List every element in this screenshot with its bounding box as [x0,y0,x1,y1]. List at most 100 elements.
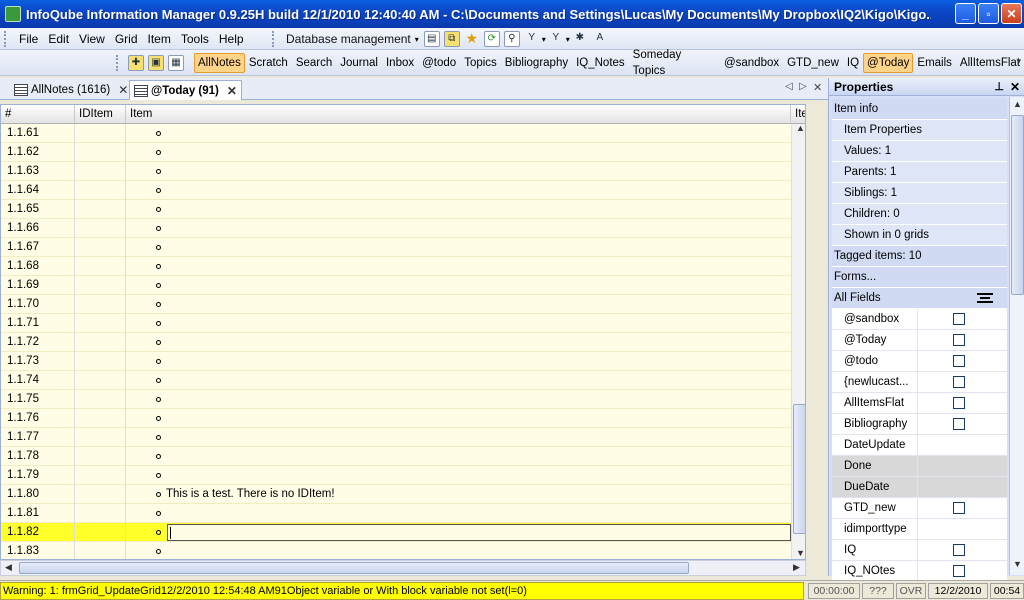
table-row[interactable]: 1.1.82 [1,523,791,542]
item-cell[interactable] [126,333,791,352]
quicklink-someday-topics[interactable]: Someday Topics [629,45,720,81]
refresh-icon[interactable]: ⟳ [483,31,500,47]
item-cell[interactable] [126,504,791,523]
menu-help[interactable]: Help [214,31,249,47]
menu-grid[interactable]: Grid [110,31,143,47]
quicklink-journal[interactable]: Journal [336,53,382,73]
table-row[interactable]: 1.1.75 [1,390,791,409]
children-row[interactable]: Children: 0 [832,204,1007,225]
column-header-iditem[interactable]: IDItem [75,105,126,124]
iditem-cell[interactable] [75,352,126,371]
table-row[interactable]: 1.1.62 [1,143,791,162]
scroll-down-icon[interactable]: ▼ [796,548,805,558]
item-cell[interactable] [126,371,791,390]
toolbar-grip[interactable] [272,31,276,47]
scrollbar-thumb[interactable] [793,404,805,534]
item-cell[interactable] [126,143,791,162]
scroll-up-icon[interactable]: ▲ [796,123,805,133]
tabs-close-icon[interactable]: ✕ [813,81,822,94]
field-row[interactable]: @sandbox [832,309,1007,330]
table-row[interactable]: 1.1.63 [1,162,791,181]
item-cell[interactable] [126,466,791,485]
field-checkbox[interactable] [953,313,965,325]
table-row[interactable]: 1.1.66 [1,219,791,238]
table-row[interactable]: 1.1.81 [1,504,791,523]
field-row[interactable]: IQ [832,540,1007,561]
table-row[interactable]: 1.1.65 [1,200,791,219]
item-cell[interactable] [126,162,791,181]
quicklink-allitemsflat[interactable]: AllItemsFlat [956,53,1024,73]
filter-c-icon[interactable]: Y [548,31,564,47]
quicklink-today[interactable]: @Today [863,53,914,73]
minimize-button[interactable]: _ [955,3,976,24]
quicklink-search[interactable]: Search [292,53,336,73]
iditem-cell[interactable] [75,542,126,559]
scroll-right-icon[interactable]: ▶ [793,562,800,573]
item-cell[interactable] [126,314,791,333]
field-value[interactable] [918,498,1007,518]
field-row[interactable]: @todo [832,351,1007,372]
item-info-category[interactable]: Item info [832,99,1007,120]
iditem-cell[interactable] [75,409,126,428]
field-value[interactable] [918,540,1007,560]
shown-in-row[interactable]: Shown in 0 grids [832,225,1007,246]
item-cell[interactable] [126,276,791,295]
iditem-cell[interactable] [75,257,126,276]
iditem-cell[interactable] [75,428,126,447]
iditem-cell[interactable] [75,181,126,200]
item-cell[interactable] [126,124,791,143]
table-row[interactable]: 1.1.68 [1,257,791,276]
item-cell[interactable] [126,181,791,200]
table-row[interactable]: 1.1.70 [1,295,791,314]
all-fields-category[interactable]: All Fields [832,288,1007,309]
quicklink-iq[interactable]: IQ [843,53,863,73]
field-value[interactable] [918,330,1007,350]
column-header-extra[interactable]: Ite [791,105,805,124]
item-cell[interactable] [126,542,791,559]
field-value[interactable] [918,309,1007,329]
table-row[interactable]: 1.1.76 [1,409,791,428]
table-row[interactable]: 1.1.64 [1,181,791,200]
table-row[interactable]: 1.1.83 [1,542,791,559]
new-item-icon[interactable]: ✚ [128,55,144,71]
iditem-cell[interactable] [75,390,126,409]
grid-vertical-scrollbar[interactable]: ▲ ▼ [791,123,805,559]
toolbar-overflow-icon[interactable]: ▾ [1016,56,1021,67]
field-value[interactable] [918,477,1007,497]
quicklink-allnotes[interactable]: AllNotes [194,53,245,73]
close-button[interactable]: ✕ [1001,3,1022,24]
item-edit-field[interactable] [167,524,791,541]
table-row[interactable]: 1.1.73 [1,352,791,371]
field-row[interactable]: AllItemsFlat [832,393,1007,414]
print-preview-icon[interactable]: ▤ [423,31,440,47]
table-row[interactable]: 1.1.79 [1,466,791,485]
iditem-cell[interactable] [75,295,126,314]
tab-today[interactable]: @Today (91) ✕ [129,80,242,100]
quicklink-sandbox[interactable]: @sandbox [720,53,783,73]
iditem-cell[interactable] [75,314,126,333]
menu-item[interactable]: Item [143,31,176,47]
field-checkbox[interactable] [953,502,965,514]
iditem-cell[interactable] [75,504,126,523]
field-value[interactable] [918,393,1007,413]
table-row[interactable]: 1.1.77 [1,428,791,447]
quicklink-topics[interactable]: Topics [460,53,501,73]
quicklink-scratch[interactable]: Scratch [245,53,292,73]
siblings-row[interactable]: Siblings: 1 [832,183,1007,204]
iditem-cell[interactable] [75,447,126,466]
item-cell[interactable] [126,447,791,466]
favorites-star-icon[interactable]: ★ [464,31,480,47]
parents-row[interactable]: Parents: 1 [832,162,1007,183]
field-checkbox[interactable] [953,397,965,409]
scroll-left-icon[interactable]: ◀ [5,562,12,573]
tab-allnotes[interactable]: AllNotes (1616) ✕ [10,80,132,100]
field-row[interactable]: IQ_NOtes [832,561,1007,582]
field-value[interactable] [918,456,1007,476]
sort-fields-icon[interactable] [977,293,993,303]
iditem-cell[interactable] [75,333,126,352]
item-cell[interactable]: This is a test. There is no IDItem! [126,485,791,504]
tab-prev-icon[interactable]: ◁ [785,81,793,92]
iditem-cell[interactable] [75,466,126,485]
table-row[interactable]: 1.1.78 [1,447,791,466]
field-checkbox[interactable] [953,565,965,577]
